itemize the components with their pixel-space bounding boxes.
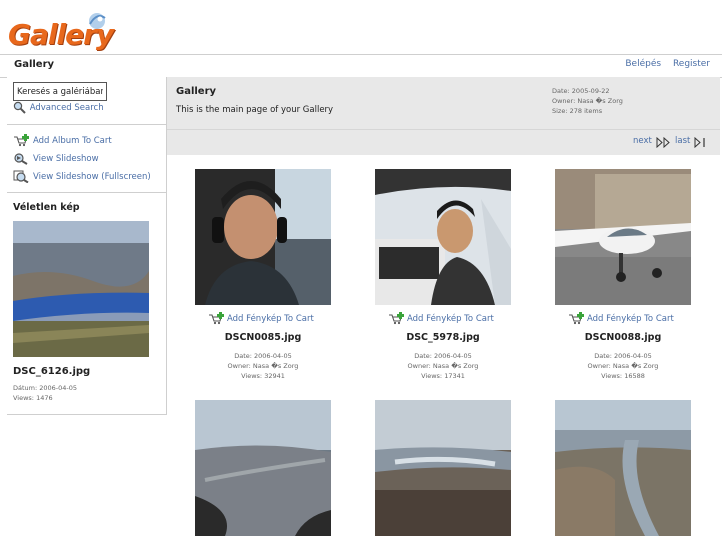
- cart-add-icon: [209, 312, 224, 325]
- register-link[interactable]: Register: [673, 59, 710, 69]
- view-slideshow-link[interactable]: View Slideshow: [13, 152, 99, 165]
- photo-meta: Date: 2006-04-05 Owner: Nasa �s Zorg Vie…: [533, 351, 713, 381]
- gallery-date: Date: 2005-09-22: [552, 87, 610, 95]
- random-image-thumbnail[interactable]: [13, 221, 149, 357]
- page-title: Gallery: [176, 86, 217, 97]
- add-photo-to-cart-link[interactable]: Add Fénykép To Cart: [568, 312, 674, 325]
- photo-thumbnail[interactable]: [555, 169, 691, 305]
- photo-thumbnail[interactable]: [375, 400, 511, 536]
- photo-owner: Owner: Nasa �s Zorg: [587, 362, 659, 370]
- add-photo-to-cart-label: Add Fénykép To Cart: [587, 314, 674, 324]
- slideshow-icon: [14, 153, 28, 165]
- cart-add-icon: [569, 312, 584, 325]
- photo-thumbnail[interactable]: [195, 400, 331, 536]
- photo-title[interactable]: DSCN0088.jpg: [533, 332, 713, 343]
- next-arrow-icon[interactable]: [656, 137, 672, 148]
- login-link[interactable]: Belépés: [625, 59, 661, 69]
- photo-owner: Owner: Nasa �s Zorg: [227, 362, 299, 370]
- add-photo-to-cart-label: Add Fénykép To Cart: [407, 314, 494, 324]
- random-image-views: Views: 1476: [13, 394, 53, 402]
- magnifier-icon: [13, 101, 26, 114]
- view-slideshow-fullscreen-label: View Slideshow (Fullscreen): [33, 172, 151, 182]
- add-photo-to-cart-link[interactable]: Add Fénykép To Cart: [388, 312, 494, 325]
- cart-add-icon: [14, 134, 29, 147]
- photo-date: Date: 2006-04-05: [594, 352, 652, 360]
- next-page-link[interactable]: next: [633, 136, 652, 146]
- advanced-search-label: Advanced Search: [29, 103, 104, 113]
- advanced-search-link[interactable]: Advanced Search: [13, 101, 104, 114]
- random-image-meta: Dátum: 2006-04-05 Views: 1476: [13, 383, 77, 403]
- photo-meta: Date: 2006-04-05 Owner: Nasa �s Zorg Vie…: [353, 351, 533, 381]
- photo-thumbnail[interactable]: [375, 169, 511, 305]
- add-album-to-cart-label: Add Album To Cart: [33, 136, 112, 146]
- sidebar-divider: [7, 124, 166, 125]
- logo-swirl-icon: [89, 13, 106, 29]
- nav-links: Belépés Register: [616, 59, 710, 69]
- photo-date: Date: 2006-04-05: [414, 352, 472, 360]
- photo-thumbnail[interactable]: [195, 169, 331, 305]
- view-slideshow-fullscreen-link[interactable]: View Slideshow (Fullscreen): [13, 170, 151, 184]
- random-image-heading: Véletlen kép: [13, 202, 80, 213]
- search-input[interactable]: [13, 82, 107, 101]
- add-photo-to-cart-label: Add Fénykép To Cart: [227, 314, 314, 324]
- gallery-description: This is the main page of your Gallery: [176, 105, 334, 115]
- add-album-to-cart-link[interactable]: Add Album To Cart: [13, 134, 112, 147]
- breadcrumb[interactable]: Gallery: [14, 59, 54, 70]
- photo-views: Views: 32941: [241, 372, 285, 380]
- sidebar: Advanced Search Add Album To Cart View S…: [7, 77, 167, 415]
- gallery-meta: Date: 2005-09-22 Owner: Nasa �s Zorg Siz…: [552, 86, 623, 116]
- gallery-size: Size: 278 items: [552, 107, 603, 115]
- gallery-owner: Owner: Nasa �s Zorg: [552, 97, 623, 105]
- photo-views: Views: 17341: [421, 372, 465, 380]
- view-slideshow-label: View Slideshow: [33, 154, 99, 164]
- photo-title[interactable]: DSCN0085.jpg: [173, 332, 353, 343]
- gallery-logo[interactable]: Gallery: [8, 10, 114, 52]
- photo-title[interactable]: DSC_5978.jpg: [353, 332, 533, 343]
- photo-views: Views: 16588: [601, 372, 645, 380]
- photo-date: Date: 2006-04-05: [234, 352, 292, 360]
- last-page-link[interactable]: last: [675, 136, 690, 146]
- photo-owner: Owner: Nasa �s Zorg: [407, 362, 479, 370]
- cart-add-icon: [389, 312, 404, 325]
- add-photo-to-cart-link[interactable]: Add Fénykép To Cart: [208, 312, 314, 325]
- last-arrow-icon[interactable]: [694, 137, 707, 148]
- random-image-name[interactable]: DSC_6126.jpg: [13, 366, 90, 377]
- photo-thumbnail[interactable]: [555, 400, 691, 536]
- top-nav-bar: Gallery Belépés Register: [0, 54, 722, 78]
- slideshow-fullscreen-icon: [13, 170, 29, 184]
- sidebar-divider: [7, 192, 166, 193]
- random-image-date: Dátum: 2006-04-05: [13, 384, 78, 392]
- pager-bar: next last: [167, 129, 720, 155]
- photo-meta: Date: 2006-04-05 Owner: Nasa �s Zorg Vie…: [173, 351, 353, 381]
- gallery-header: Gallery This is the main page of your Ga…: [167, 77, 720, 129]
